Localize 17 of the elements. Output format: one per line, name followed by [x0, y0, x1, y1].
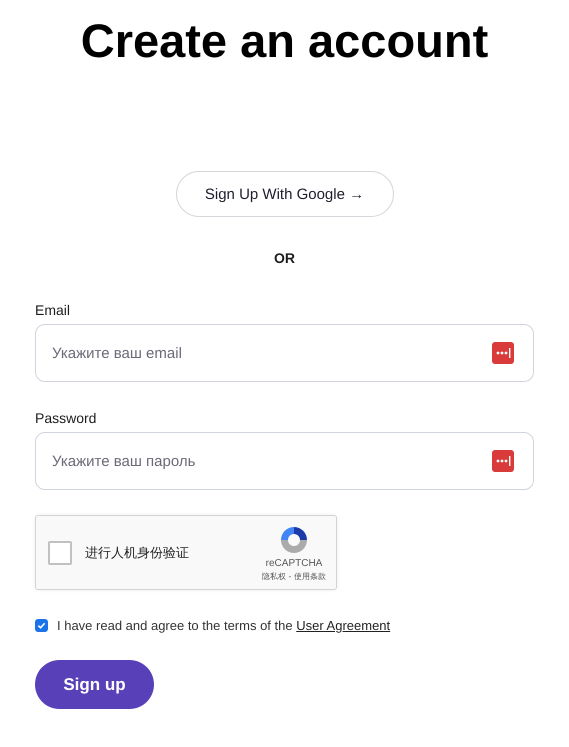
input-field[interactable]: Укажите ваш email — [35, 324, 534, 382]
password-manager-icon[interactable] — [492, 342, 514, 364]
or-divider: OR — [274, 250, 295, 266]
field-label: Password — [35, 410, 96, 426]
recaptcha-brand: reCAPTCHA — [266, 558, 322, 568]
agreement-text: I have read and agree to the terms of the User Agreement — [57, 618, 390, 633]
google-signup-button[interactable]: Sign Up With Google → — [176, 171, 394, 217]
captcha-checkbox[interactable] — [48, 540, 72, 564]
input-field[interactable]: Укажите ваш пароль — [35, 432, 534, 490]
field-label: Email — [35, 302, 70, 318]
agreement-checkbox[interactable] — [35, 619, 48, 632]
sign-up-button[interactable]: Sign up — [35, 660, 154, 709]
user-agreement-link[interactable]: User Agreement — [296, 618, 390, 633]
page-title: Create an account — [80, 14, 490, 68]
captcha-label: 进行人机身份验证 — [85, 544, 190, 562]
privacy-terms-links[interactable]: 隐私权 - 使用条款 — [262, 570, 326, 582]
password-manager-icon[interactable] — [492, 450, 514, 472]
